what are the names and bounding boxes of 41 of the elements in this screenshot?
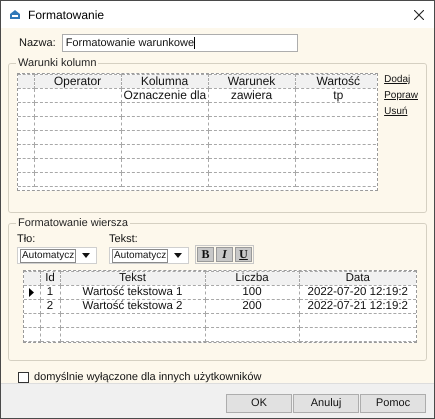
column-header: Operator	[34, 74, 121, 88]
dropdown-arrow-icon	[82, 253, 90, 258]
action-link[interactable]: Dodaj	[384, 74, 418, 85]
column-header: Id	[40, 272, 60, 286]
table-cell: 2022-07-21 12:19:2	[299, 300, 416, 314]
column-header: Data	[299, 272, 416, 286]
table-cell: 2	[40, 300, 60, 314]
underline-button[interactable]: U	[235, 247, 252, 262]
table-cell: 2022-07-20 12:19:2	[299, 286, 416, 300]
table-cell: Wartość tekstowa 2	[60, 300, 205, 314]
table-cell: zawiera	[208, 88, 295, 102]
field-label: Tło:	[17, 233, 36, 245]
name-field[interactable]: Formatowanie warunkowe	[62, 34, 298, 52]
color-dropdown[interactable]: Automatycz	[109, 247, 189, 264]
table-cell: 1	[40, 286, 60, 300]
table-cell: Wartość tekstowa 1	[60, 286, 205, 300]
table-cell: 200	[205, 300, 299, 314]
dialog-button[interactable]: Pomoc	[360, 394, 426, 412]
table-cell: Oznaczenie dla	[121, 88, 208, 102]
close-icon[interactable]	[414, 10, 424, 20]
bold-button[interactable]: B	[197, 247, 214, 262]
color-dropdown[interactable]: Automatycz	[17, 247, 97, 264]
dropdown-arrow-icon	[174, 253, 182, 258]
column-header: Kolumna	[121, 74, 208, 88]
table-cell: tp	[295, 88, 378, 102]
column-header: Liczba	[205, 272, 299, 286]
field-label: Nazwa:	[19, 37, 56, 49]
window-title: Formatowanie	[28, 8, 104, 22]
app-icon	[9, 9, 21, 20]
dialog-button[interactable]: OK	[226, 394, 292, 412]
column-header: Tekst	[60, 272, 205, 286]
field-label: Tekst:	[109, 233, 139, 245]
action-link[interactable]: Usuń	[384, 106, 418, 117]
checkbox-label: domyślnie wyłączone dla innych użytkowników	[34, 371, 262, 383]
column-header: Warunek	[208, 74, 295, 88]
italic-button[interactable]: I	[216, 247, 233, 262]
checkbox[interactable]	[18, 372, 29, 382]
action-link[interactable]: Popraw	[384, 90, 418, 101]
table-cell: 100	[205, 286, 299, 300]
dialog-button[interactable]: Anuluj	[293, 394, 359, 412]
column-header: Wartość	[295, 74, 378, 88]
